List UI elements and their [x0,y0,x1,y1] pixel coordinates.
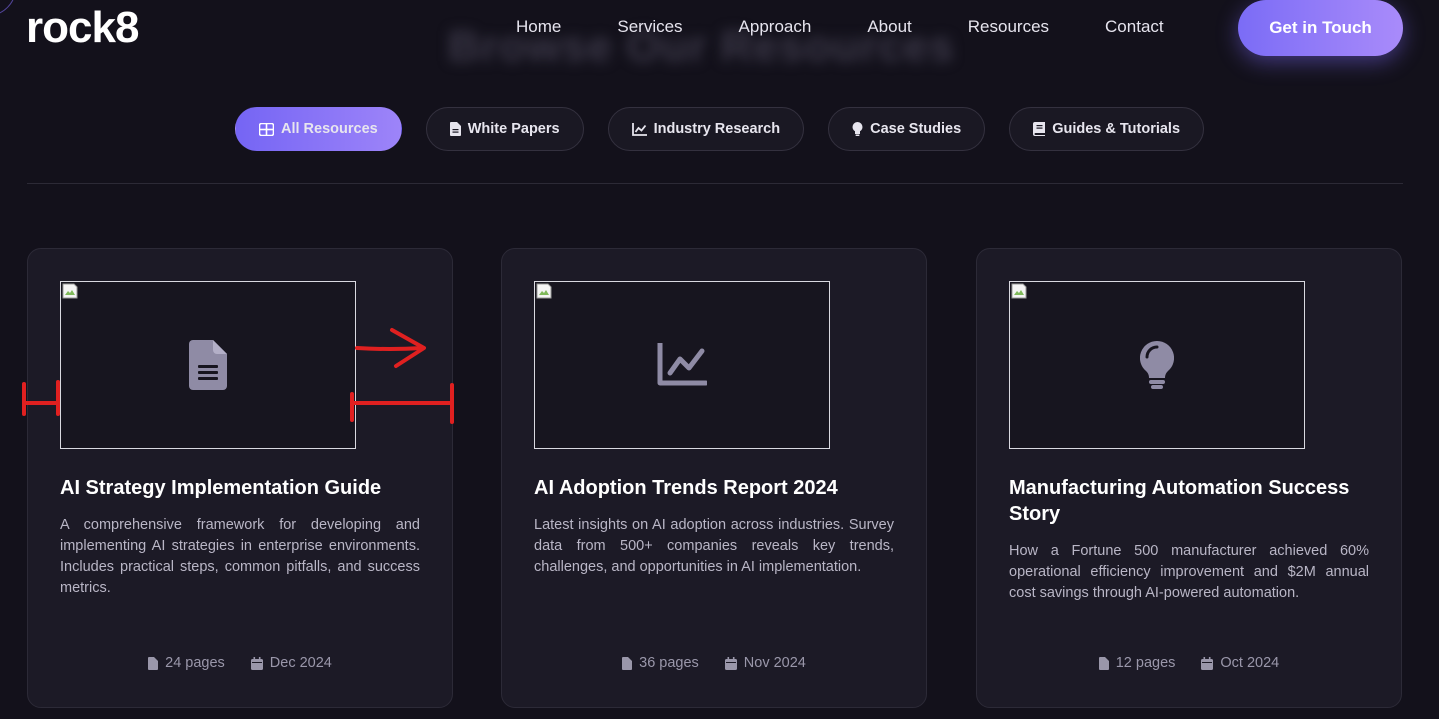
section-divider [27,183,1403,184]
resource-card[interactable]: AI Adoption Trends Report 2024 Latest in… [501,248,927,708]
nav-contact[interactable]: Contact [1105,17,1164,37]
publish-date-text: Oct 2024 [1220,655,1280,671]
page-count-text: 36 pages [639,655,699,671]
calendar-icon [250,656,263,670]
page-count-text: 12 pages [1115,655,1176,671]
filter-industry-research[interactable]: Industry Research [607,107,805,151]
grid-icon [259,122,274,136]
filter-label: White Papers [467,121,560,137]
nav-about[interactable]: About [867,17,911,37]
card-thumbnail [1009,281,1305,449]
calendar-icon [1201,656,1214,670]
card-thumbnail [534,281,830,449]
file-icon [622,656,633,670]
nav-home[interactable]: Home [516,17,561,37]
broken-image-icon [62,283,78,299]
filter-label: Industry Research [653,121,781,137]
publish-date: Dec 2024 [250,655,332,671]
lightbulb-icon [1140,341,1174,389]
resource-card[interactable]: AI Strategy Implementation Guide A compr… [27,248,453,708]
filter-label: Case Studies [870,121,962,137]
page: Browse Our Resources rock8 Home Services… [0,0,1439,719]
file-icon [449,122,461,136]
nav-approach[interactable]: Approach [739,17,812,37]
file-icon [189,340,227,390]
broken-image-icon [536,283,552,299]
card-meta: 24 pages Dec 2024 [28,655,452,671]
filter-case-studies[interactable]: Case Studies [828,107,986,151]
card-thumbnail [60,281,356,449]
card-title[interactable]: AI Adoption Trends Report 2024 [534,475,896,501]
card-description: How a Fortune 500 manufacturer achieved … [1009,543,1369,601]
resource-filters: All Resources White Papers Industry Rese… [235,107,1228,151]
decorative-circle [0,0,16,16]
main-nav: Home Services Approach About Resources C… [516,17,1220,37]
publish-date: Nov 2024 [724,655,806,671]
filter-label: Guides & Tutorials [1052,121,1181,137]
resource-card[interactable]: Manufacturing Automation Success Story H… [976,248,1402,708]
card-meta: 36 pages Nov 2024 [502,655,926,671]
calendar-icon [724,656,737,670]
logo[interactable]: rock8 [26,6,139,50]
publish-date-text: Nov 2024 [743,655,806,671]
card-title[interactable]: AI Strategy Implementation Guide [60,475,422,501]
get-in-touch-button[interactable]: Get in Touch [1238,0,1403,56]
publish-date-text: Dec 2024 [269,655,332,671]
book-icon [1033,122,1046,136]
filter-guides-tutorials[interactable]: Guides & Tutorials [1009,107,1205,151]
page-count: 36 pages [622,655,699,671]
broken-image-icon [1011,283,1027,299]
filter-all-resources[interactable]: All Resources [235,107,402,151]
file-icon [148,656,159,670]
filter-white-papers[interactable]: White Papers [425,107,584,151]
card-description: Latest insights on AI adoption across in… [534,517,894,575]
nav-services[interactable]: Services [617,17,682,37]
page-count-text: 24 pages [165,655,225,671]
chart-line-icon [657,343,707,386]
card-title[interactable]: Manufacturing Automation Success Story [1009,475,1371,527]
lightbulb-icon [852,122,863,136]
file-icon [1098,656,1109,670]
nav-resources[interactable]: Resources [968,17,1049,37]
publish-date: Oct 2024 [1201,655,1279,671]
filter-label: All Resources [281,121,378,137]
page-count: 12 pages [1098,655,1176,671]
chart-line-icon [631,122,647,136]
page-count: 24 pages [148,655,225,671]
card-meta: 12 pages Oct 2024 [977,655,1401,671]
card-description: A comprehensive framework for developing… [60,517,420,596]
